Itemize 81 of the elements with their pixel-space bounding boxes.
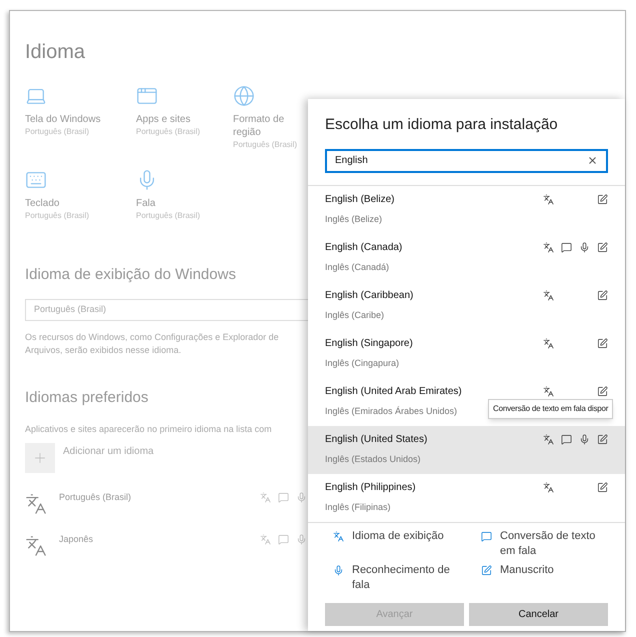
language-list-item[interactable]: English (Caribbean) Inglês (Caribe) (308, 282, 625, 330)
speech-bubble-icon (560, 242, 572, 252)
legend-label: Conversão de texto em fala (500, 528, 596, 558)
language-icon (542, 434, 554, 444)
language-name: English (United Arab Emirates) (325, 384, 462, 398)
microphone-icon (333, 564, 344, 576)
language-native-name: Inglês (Estados Unidos) (325, 452, 421, 466)
language-name: English (Singapore) (325, 336, 413, 350)
language-name: English (Philippines) (325, 480, 416, 494)
language-icon (260, 534, 270, 545)
microphone-icon (578, 242, 590, 252)
tile-label[interactable]: Apps e sites (136, 113, 233, 126)
microphone-icon (578, 434, 590, 444)
language-icon (25, 492, 47, 514)
legend-label: Idioma de exibição (352, 528, 445, 544)
language-native-name: Inglês (Canadá) (325, 260, 390, 274)
tile-value: Português (Brasil) (25, 126, 90, 138)
language-native-name: Inglês (Emirados Árabes Unidos) (325, 404, 458, 418)
tile-value: Português (Brasil) (136, 210, 202, 222)
legend-label: Manuscrito (500, 562, 555, 578)
page-title: Idioma (25, 40, 86, 65)
pen-square-icon (596, 194, 608, 204)
language-icon (542, 482, 554, 492)
description-text: Aplicativos e sites aparecerão no primeiro idioma na lista com (25, 423, 273, 436)
section-heading: Idiomas preferidos (25, 388, 150, 408)
language-icon (25, 534, 47, 556)
pen-square-icon (596, 434, 608, 444)
search-field[interactable]: English (325, 148, 608, 172)
search-value: English (335, 154, 369, 168)
language-native-name: Inglês (Belize) (325, 212, 382, 226)
language-list-item[interactable]: English (Belize) Inglês (Belize) (308, 186, 625, 234)
tile-label[interactable]: Teclado (25, 197, 136, 210)
section-heading: Idioma de exibição do Windows (25, 265, 237, 285)
pen-square-icon (596, 242, 608, 252)
language-icon (260, 492, 270, 503)
language-native-name: Inglês (Caribe) (325, 308, 384, 322)
language-name[interactable]: Japonês (59, 532, 258, 546)
language-name: English (Belize) (325, 192, 394, 206)
tile-value: Português (Brasil) (25, 210, 90, 222)
tile-label[interactable]: Tela do Windows (25, 113, 136, 126)
speech-bubble-icon (278, 492, 288, 503)
pen-square-icon (596, 482, 608, 492)
tile-label[interactable]: Fala (136, 197, 233, 210)
pen-square-icon (596, 290, 608, 300)
language-list-item[interactable]: English (United States) Inglês (Estados Unidos) (308, 426, 625, 474)
dialog-button[interactable]: Cancelar (469, 602, 608, 626)
speech-bubble-icon (481, 530, 492, 542)
language-icon (542, 194, 554, 204)
language-list-item[interactable]: English (Canada) Inglês (Canadá) (308, 234, 625, 282)
language-native-name: Inglês (Filipinas) (325, 500, 391, 514)
pen-square-icon (596, 338, 608, 348)
language-name: English (Caribbean) (325, 288, 414, 302)
language-native-name: Inglês (Cingapura) (325, 356, 400, 370)
language-name[interactable]: Português (Brasil) (59, 490, 258, 504)
pen-square-icon (481, 564, 492, 576)
dialog-title: Escolha um idioma para instalação (324, 115, 559, 135)
tile-value: Português (Brasil) (233, 139, 298, 151)
language-name: English (Canada) (325, 240, 402, 254)
window-icon[interactable] (136, 85, 158, 107)
language-list-item[interactable]: English (Philippines) Inglês (Filipinas) (308, 474, 625, 522)
add-language-label[interactable]: Adicionar um idioma (63, 444, 154, 458)
legend-label: Reconhecimento de fala (352, 562, 451, 592)
language-icon (333, 530, 344, 542)
tile-value: Português (Brasil) (136, 126, 202, 138)
close-icon[interactable] (587, 155, 598, 166)
microphone-icon (296, 492, 306, 503)
speech-bubble-icon (278, 534, 288, 545)
tooltip: Conversão de texto em fala dispor (488, 398, 614, 418)
microphone-icon (296, 534, 306, 545)
pen-square-icon (596, 386, 608, 396)
keyboard-icon[interactable] (25, 169, 47, 191)
add-language-button[interactable] (25, 442, 55, 472)
language-icon (542, 290, 554, 300)
globe-icon[interactable] (233, 85, 255, 107)
language-icon (542, 386, 554, 396)
language-icon (542, 242, 554, 252)
description-text: Os recursos do Windows, como Configurações e Explorador de Arquivos, serão exibidos nesse idioma. (25, 330, 280, 356)
language-name: English (United States) (325, 432, 428, 446)
speech-bubble-icon (560, 434, 572, 444)
language-icon (542, 338, 554, 348)
language-list-item[interactable]: English (Singapore) Inglês (Cingapura) (308, 330, 625, 378)
